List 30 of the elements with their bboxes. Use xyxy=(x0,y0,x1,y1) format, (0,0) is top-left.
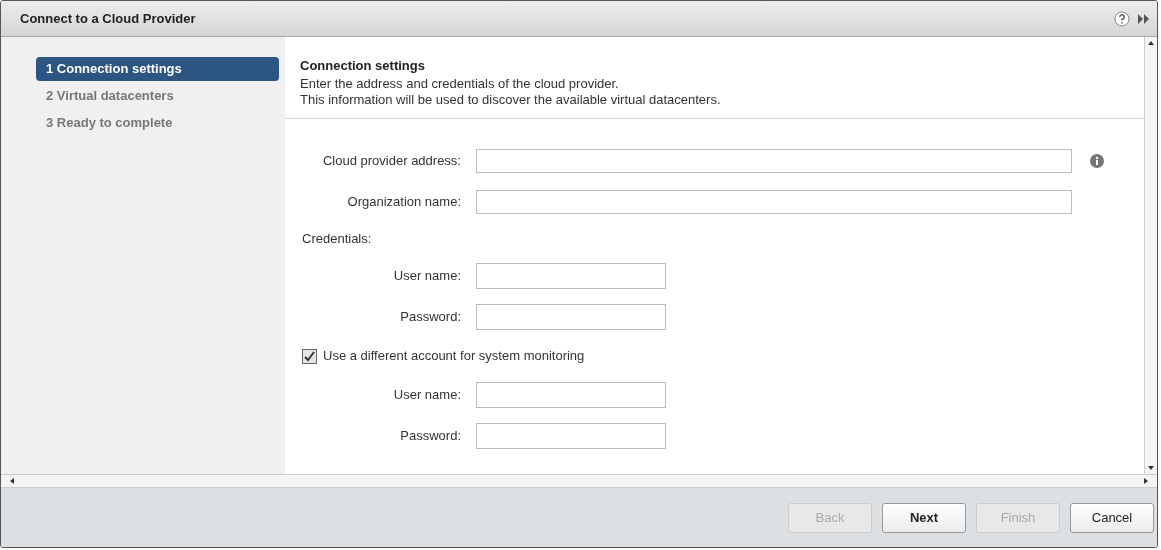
input-field[interactable] xyxy=(476,263,666,289)
input-field[interactable] xyxy=(476,149,1072,173)
checkbox-label: Use a different account for system monitoring xyxy=(323,347,585,366)
input-field[interactable] xyxy=(476,304,666,330)
field-label: Password: xyxy=(399,308,462,327)
horizontal-scrollbar[interactable] xyxy=(1,474,1157,488)
info-icon[interactable] xyxy=(1090,154,1104,168)
section-label: Credentials: xyxy=(301,230,372,249)
checkbox[interactable] xyxy=(302,348,317,364)
dialog-button[interactable]: Next xyxy=(882,502,966,533)
vertical-scrollbar[interactable] xyxy=(1144,37,1157,474)
description-text: This information will be used to discover the available virtual datacenters. xyxy=(300,91,722,108)
input-field[interactable] xyxy=(476,190,1072,214)
field-label: User name: xyxy=(392,267,462,286)
input-field[interactable] xyxy=(476,382,666,408)
step-item[interactable]: 3 Ready to complete xyxy=(36,111,279,135)
checkmark-icon xyxy=(304,350,315,362)
double-arrow-icon[interactable] xyxy=(1138,13,1150,24)
dialog-button[interactable]: Cancel xyxy=(1070,502,1154,533)
input-field[interactable] xyxy=(476,423,666,449)
step-item[interactable]: 2 Virtual datacenters xyxy=(36,84,279,108)
field-label: Password: xyxy=(399,427,462,446)
section-title: Connection settings xyxy=(300,57,426,75)
help-icon[interactable] xyxy=(1114,10,1130,27)
window-title: Connect to a Cloud Provider xyxy=(20,9,197,28)
field-label: User name: xyxy=(392,386,462,405)
step-item[interactable]: 1 Connection settings xyxy=(36,57,279,81)
description-text: Enter the address and credentials of the cloud provider. xyxy=(300,75,620,92)
field-label: Organization name: xyxy=(346,193,462,212)
field-label: Cloud provider address: xyxy=(321,152,462,171)
